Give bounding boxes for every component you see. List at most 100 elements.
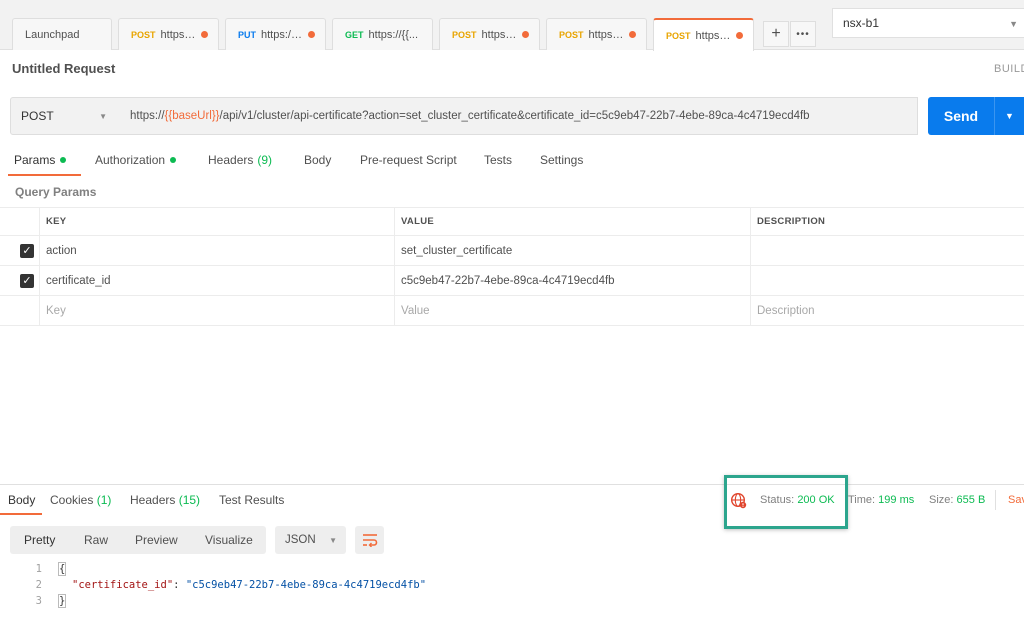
environment-value: nsx-b1 [843, 16, 880, 30]
chevron-down-icon: ▼ [99, 112, 107, 121]
code-text: } [58, 594, 67, 608]
url-variable: {{baseUrl}} [164, 110, 220, 122]
line-number: 1 [35, 563, 42, 575]
request-tab[interactable]: PUT https://{{... [225, 18, 326, 50]
param-checkbox[interactable]: ✓ [20, 244, 34, 258]
url-input[interactable]: https://{{baseUrl}}/api/v1/cluster/api-c… [119, 97, 918, 135]
unsaved-dot [522, 31, 529, 38]
format-pretty-button[interactable]: Pretty [24, 533, 55, 547]
param-value[interactable]: set_cluster_certificate [394, 236, 750, 265]
param-key[interactable]: certificate_id [39, 266, 394, 295]
query-params-title: Query Params [15, 185, 97, 199]
json-value: "c5c9eb47-22b7-4ebe-89ca-4c4719ecd4fb" [185, 579, 427, 591]
tab-body[interactable]: Body [304, 153, 331, 167]
chevron-down-icon: ▼ [1005, 111, 1014, 121]
param-description[interactable] [750, 236, 1024, 265]
tab-method: POST [559, 29, 584, 40]
response-tab-body[interactable]: Body [8, 493, 35, 507]
request-title[interactable]: Untitled Request [12, 61, 115, 76]
tab-params[interactable]: Params [14, 153, 67, 167]
format-raw-button[interactable]: Raw [84, 533, 108, 547]
param-checkbox[interactable]: ✓ [20, 274, 34, 288]
environment-select[interactable]: nsx-b1 ▼ [832, 8, 1024, 38]
table-row-new: Key Value Description [0, 296, 1024, 326]
more-icon: ••• [796, 28, 810, 40]
response-tab-test-results[interactable]: Test Results [219, 493, 284, 507]
language-select[interactable]: JSON ▼ [275, 526, 346, 554]
unsaved-dot [308, 31, 315, 38]
request-tab-active[interactable]: POST https://{{... [653, 18, 754, 51]
tab-label: Settings [540, 153, 584, 167]
request-tab[interactable]: POST https://{{... [546, 18, 647, 50]
size-label: Size: [929, 494, 954, 506]
language-value: JSON [285, 534, 316, 546]
code-text: "certificate_id": "c5c9eb47-22b7-4ebe-89… [72, 579, 427, 591]
send-options-button[interactable]: ▼ [994, 97, 1024, 135]
more-tabs-button[interactable]: ••• [790, 21, 816, 47]
status-dot [60, 157, 67, 163]
tab-label: Headers [130, 493, 176, 507]
response-tab-cookies[interactable]: Cookies (1) [50, 493, 111, 507]
unsaved-dot [629, 31, 636, 38]
build-label[interactable]: BUILD [994, 63, 1024, 75]
tab-headers[interactable]: Headers (9) [208, 153, 272, 167]
format-preview-button[interactable]: Preview [135, 533, 178, 547]
tab-url: https://{{... [368, 28, 419, 41]
tab-count: (1) [96, 493, 112, 507]
param-value[interactable]: c5c9eb47-22b7-4ebe-89ca-4c4719ecd4fb [394, 266, 750, 295]
request-tabs: Params Authorization Headers (9) Body Pre… [0, 148, 1024, 176]
time-value[interactable]: 199 ms [878, 494, 914, 506]
status-highlight-box [724, 475, 848, 529]
response-tab-headers[interactable]: Headers (15) [130, 493, 200, 507]
method-value: POST [21, 109, 54, 123]
new-key-input[interactable]: Key [39, 296, 394, 325]
tab-launchpad[interactable]: Launchpad [12, 18, 112, 50]
tab-url: https://{{... [160, 28, 196, 41]
line-number: 2 [35, 579, 42, 591]
tab-method: GET [345, 29, 364, 40]
tab-authorization[interactable]: Authorization [95, 153, 177, 167]
tab-label: Pre-request Script [360, 153, 457, 167]
brace: } [58, 594, 67, 608]
request-tab[interactable]: POST https://{{... [118, 18, 219, 50]
time-label: Time: [848, 494, 876, 506]
unsaved-dot [201, 31, 208, 38]
tab-method: POST [666, 30, 691, 41]
url-path: /api/v1/cluster/api-certificate?action=s… [219, 110, 810, 122]
active-tab-indicator [0, 513, 42, 515]
tab-url: https://{{... [695, 29, 731, 42]
code-line: 1 { [0, 562, 600, 578]
active-tab-indicator [8, 174, 81, 176]
brace: { [58, 562, 67, 576]
param-description[interactable] [750, 266, 1024, 295]
tab-url: https://{{... [588, 28, 624, 41]
size-value[interactable]: 655 B [957, 494, 986, 506]
new-description-input[interactable]: Description [750, 296, 1024, 325]
request-tab[interactable]: POST https://{{... [439, 18, 540, 50]
new-tab-button[interactable]: + [763, 21, 789, 47]
param-key[interactable]: action [39, 236, 394, 265]
tab-label: Cookies [50, 493, 94, 507]
tab-label: Body [304, 153, 332, 167]
format-visualize-button[interactable]: Visualize [205, 533, 253, 547]
save-response-button[interactable]: Sav [1008, 494, 1024, 506]
tab-method: POST [452, 29, 477, 40]
wrap-lines-button[interactable] [355, 526, 384, 554]
url-prefix: https:// [130, 110, 165, 122]
new-value-input[interactable]: Value [394, 296, 750, 325]
check-icon: ✓ [22, 244, 32, 257]
tab-tests[interactable]: Tests [484, 153, 512, 167]
tab-settings[interactable]: Settings [540, 153, 583, 167]
request-tab[interactable]: GET https://{{... [332, 18, 433, 50]
tab-pre-request-script[interactable]: Pre-request Script [360, 153, 457, 167]
tab-method: PUT [238, 29, 256, 40]
chevron-down-icon: ▼ [1009, 19, 1018, 29]
tab-method: POST [131, 29, 156, 40]
json-key: "certificate_id" [72, 579, 174, 591]
tab-bar: Launchpad POST https://{{... PUT https:/… [0, 0, 1024, 51]
tab-label: Authorization [95, 153, 166, 167]
method-select[interactable]: POST ▼ [10, 97, 120, 135]
plus-icon: + [771, 25, 781, 42]
send-button[interactable]: Send [928, 97, 994, 135]
response-divider [0, 484, 1024, 485]
